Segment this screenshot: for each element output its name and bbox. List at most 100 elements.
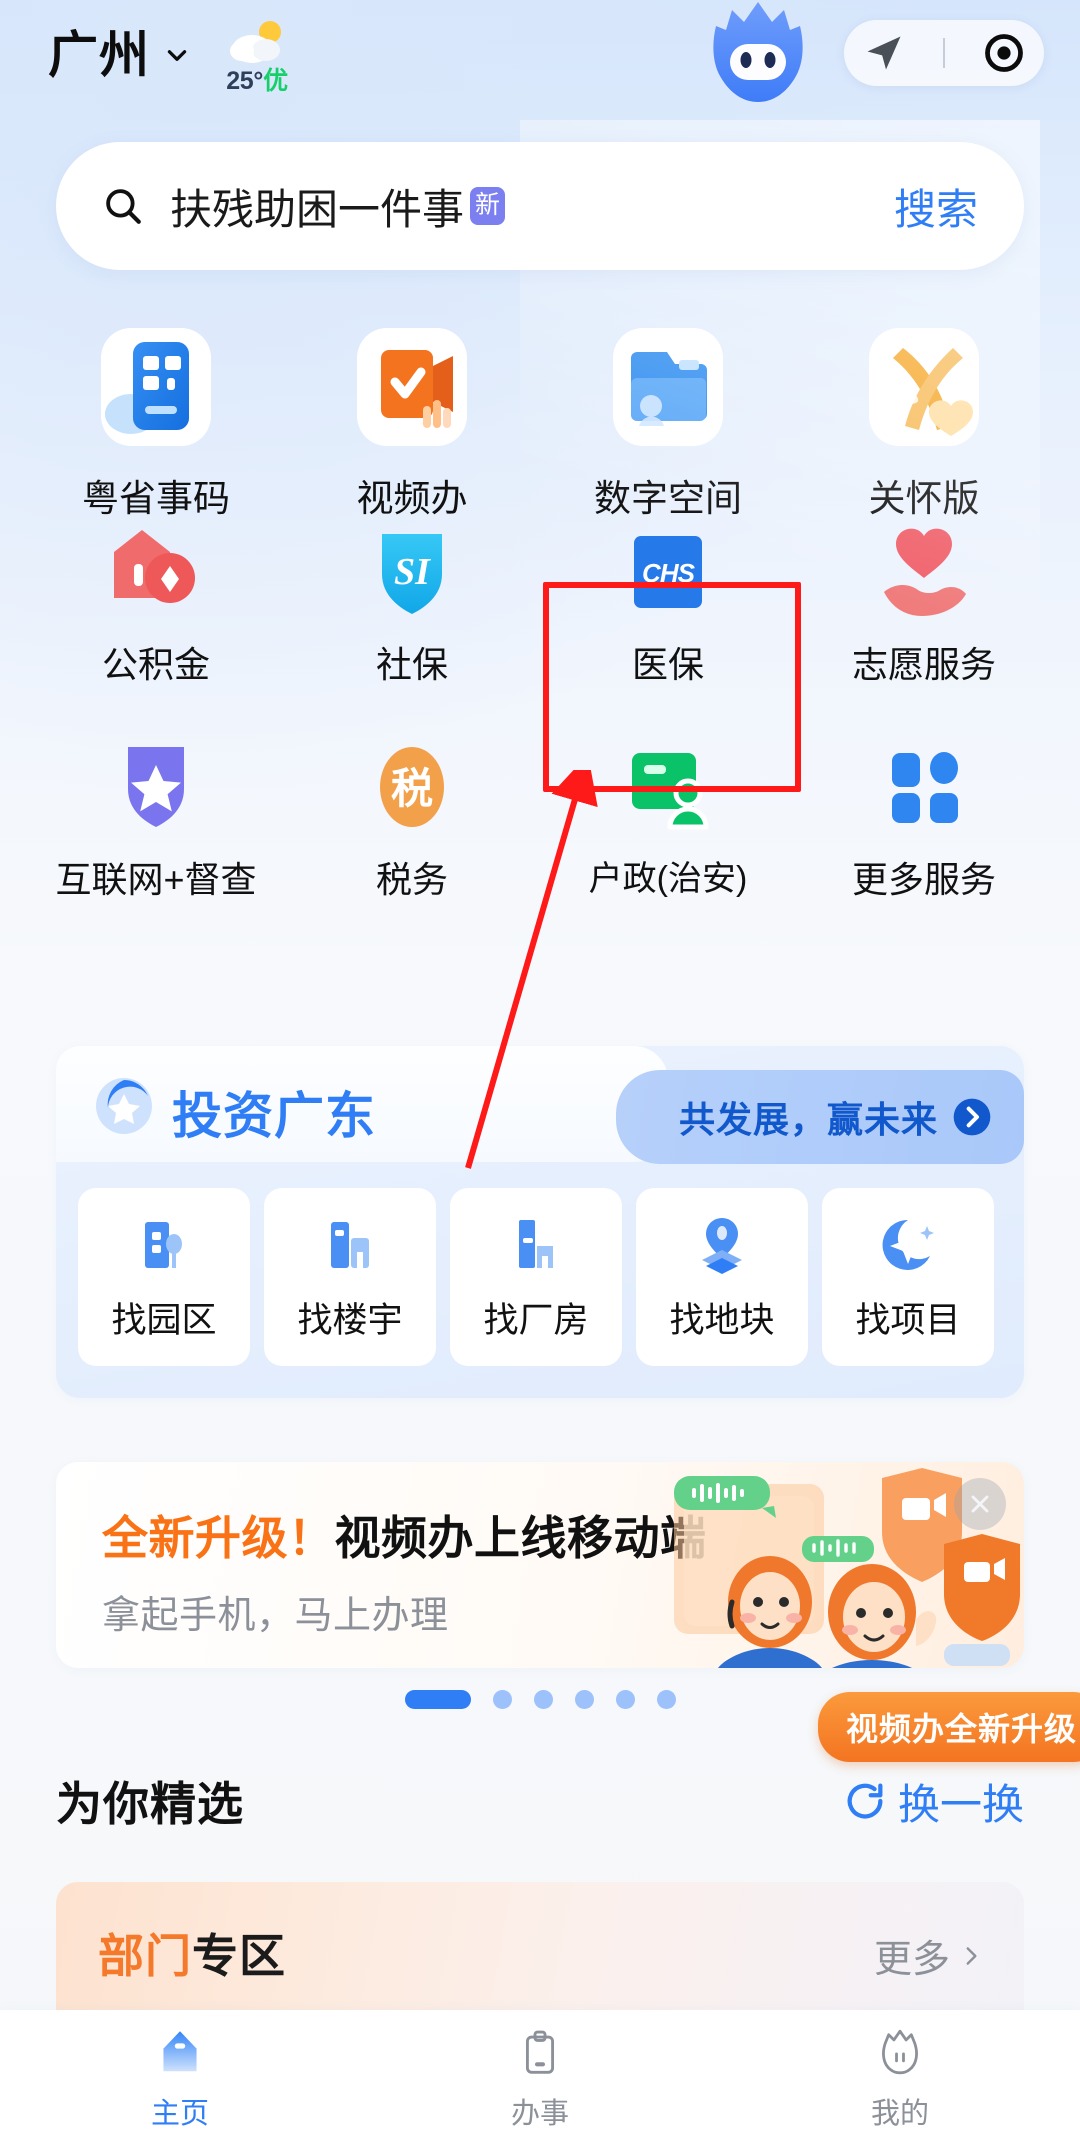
invest-slogan-text: 共发展，赢未来: [678, 1099, 938, 1140]
invest-item-label: 找楼宇: [297, 1300, 403, 1340]
app-cell-digital-space[interactable]: 数字空间: [540, 322, 796, 522]
sun-behind-cloud-icon: [226, 17, 288, 65]
office-tower-icon: [331, 1221, 369, 1268]
ribbon-heart-icon: [859, 322, 989, 452]
app-cell-label: 更多服务: [851, 859, 996, 900]
tab-label: 办事: [510, 2098, 569, 2130]
carousel-dot[interactable]: [492, 1690, 512, 1709]
carousel-dot[interactable]: [615, 1690, 635, 1709]
carousel-dot[interactable]: [533, 1690, 553, 1709]
chevron-down-icon: [167, 50, 187, 61]
invest-item-label: 找项目: [855, 1300, 961, 1340]
app-cell-volunteer-service[interactable]: 志愿服务: [796, 522, 1052, 737]
annotation-arrow: [465, 770, 598, 1169]
featured-section-header: 为你精选 换一换: [56, 1768, 1024, 1834]
search-input[interactable]: 扶残助困一件事 新: [170, 176, 506, 237]
clipboard-icon: [509, 2022, 571, 2084]
search-button[interactable]: 搜索: [894, 176, 978, 237]
featured-refresh-label: 换一换: [897, 1780, 1024, 1828]
invest-item-label: 找园区: [111, 1300, 217, 1340]
factory-icon: [519, 1219, 553, 1268]
shield-si-icon: SI: [362, 522, 462, 622]
search-query-text: 扶残助困一件事: [170, 185, 465, 233]
house-fund-icon: [106, 522, 206, 622]
annotation-highlight-box: [543, 582, 801, 792]
profile-mascot-icon: [869, 2022, 931, 2084]
invest-item-park[interactable]: 找园区: [78, 1188, 250, 1366]
weather-widget[interactable]: 25°优: [226, 17, 288, 94]
promo-title: 全新升级！视频办上线移动端: [102, 1502, 707, 1568]
folder-person-icon: [603, 322, 733, 452]
app-cell-housing-fund[interactable]: 公积金: [28, 522, 284, 737]
heart-hand-icon: [874, 522, 974, 622]
mini-program-capsule[interactable]: [844, 20, 1044, 86]
city-selector[interactable]: 广州: [48, 30, 190, 80]
invest-item-building[interactable]: 找楼宇: [264, 1188, 436, 1366]
invest-swirl-icon: [96, 1078, 152, 1134]
featured-refresh-button[interactable]: 换一换: [842, 1771, 1024, 1832]
project-star-icon: [882, 1219, 934, 1270]
weather-aqi: 优: [263, 66, 288, 95]
park-building-icon: [145, 1221, 182, 1268]
svg-text:税: 税: [391, 765, 433, 812]
app-cell-label: 公积金: [101, 644, 210, 685]
tab-profile[interactable]: 我的: [720, 2022, 1080, 2132]
app-cell-label: 关怀版: [868, 478, 980, 519]
department-zone-more-button[interactable]: 更多: [874, 1928, 984, 1983]
chevron-right-circle-icon: [953, 1098, 991, 1136]
invest-slogan-tab[interactable]: 共发展，赢未来: [616, 1070, 1024, 1164]
circle-dot-icon[interactable]: [982, 31, 1026, 75]
promo-title-highlight: 全新升级！: [102, 1512, 335, 1564]
app-cell-internet-supervision[interactable]: 互联网+督查: [28, 737, 284, 952]
svg-text:SI: SI: [394, 551, 431, 593]
invest-item-land[interactable]: 找地块: [636, 1188, 808, 1366]
app-root: 广州 25°优 扶残助困一件事 新 搜索 粤省事码 视频办 数字空间 关怀版 公…: [0, 0, 1080, 2142]
carousel-dots[interactable]: [0, 1690, 1080, 1709]
page-header: 广州 25°优: [0, 0, 1080, 110]
home-icon: [149, 2022, 211, 2084]
shield-star-icon: [106, 737, 206, 837]
qr-card-icon: [91, 322, 221, 452]
invest-item-list: 找园区 找楼宇 找厂房 找地块 找项目: [56, 1188, 1024, 1366]
search-bar[interactable]: 扶残助困一件事 新 搜索: [56, 142, 1024, 270]
tab-label: 主页: [150, 2098, 209, 2130]
app-cell-more-services[interactable]: 更多服务: [796, 737, 1052, 952]
app-cell-label: 社保: [375, 644, 448, 685]
chevron-right-icon: [966, 1946, 977, 1965]
app-cell-video-service[interactable]: 视频办: [284, 322, 540, 522]
weather-temperature: 25°: [226, 66, 264, 95]
capsule-divider: [942, 38, 945, 68]
promo-banner[interactable]: 全新升级！视频办上线移动端 拿起手机，马上办理: [56, 1462, 1024, 1668]
app-cell-yuesheng-code[interactable]: 粤省事码: [28, 322, 284, 522]
search-icon: [106, 189, 141, 224]
app-cell-label: 志愿服务: [851, 644, 996, 685]
promo-subtitle: 拿起手机，马上办理: [102, 1595, 449, 1637]
app-cell-social-security[interactable]: SI 社保: [284, 522, 540, 737]
grid-more-icon: [874, 737, 974, 837]
land-pin-icon: [702, 1217, 742, 1274]
search-new-badge: 新: [470, 187, 506, 225]
department-zone-card[interactable]: 部门专区 更多: [56, 1882, 1024, 2010]
navigation-arrow-icon[interactable]: [862, 31, 906, 75]
promo-close-button[interactable]: [954, 1478, 1006, 1530]
carousel-dot[interactable]: [574, 1690, 594, 1709]
mascot-avatar-icon[interactable]: [700, 0, 816, 108]
video-check-icon: [347, 322, 477, 452]
weather-text: 25°优: [226, 66, 288, 95]
tab-label: 我的: [870, 2098, 929, 2130]
app-cell-label: 视频办: [356, 478, 468, 519]
tab-services[interactable]: 办事: [360, 2022, 720, 2132]
invest-item-project[interactable]: 找项目: [822, 1188, 994, 1366]
app-grid-row: 公积金 SI 社保 CHS 医保 志愿服务: [28, 522, 1052, 737]
city-name: 广州: [48, 27, 150, 83]
app-grid-row: 粤省事码 视频办 数字空间 关怀版: [28, 322, 1052, 522]
department-zone-title-black: 专区: [192, 1930, 286, 1982]
invest-item-factory[interactable]: 找厂房: [450, 1188, 622, 1366]
close-icon: [971, 1495, 989, 1513]
carousel-dot[interactable]: [404, 1690, 471, 1709]
app-cell-label: 粤省事码: [82, 478, 230, 519]
app-cell-care-version[interactable]: 关怀版: [796, 322, 1052, 522]
tab-home[interactable]: 主页: [0, 2022, 360, 2132]
app-cell-label: 互联网+督查: [55, 859, 257, 900]
carousel-dot[interactable]: [656, 1690, 676, 1709]
